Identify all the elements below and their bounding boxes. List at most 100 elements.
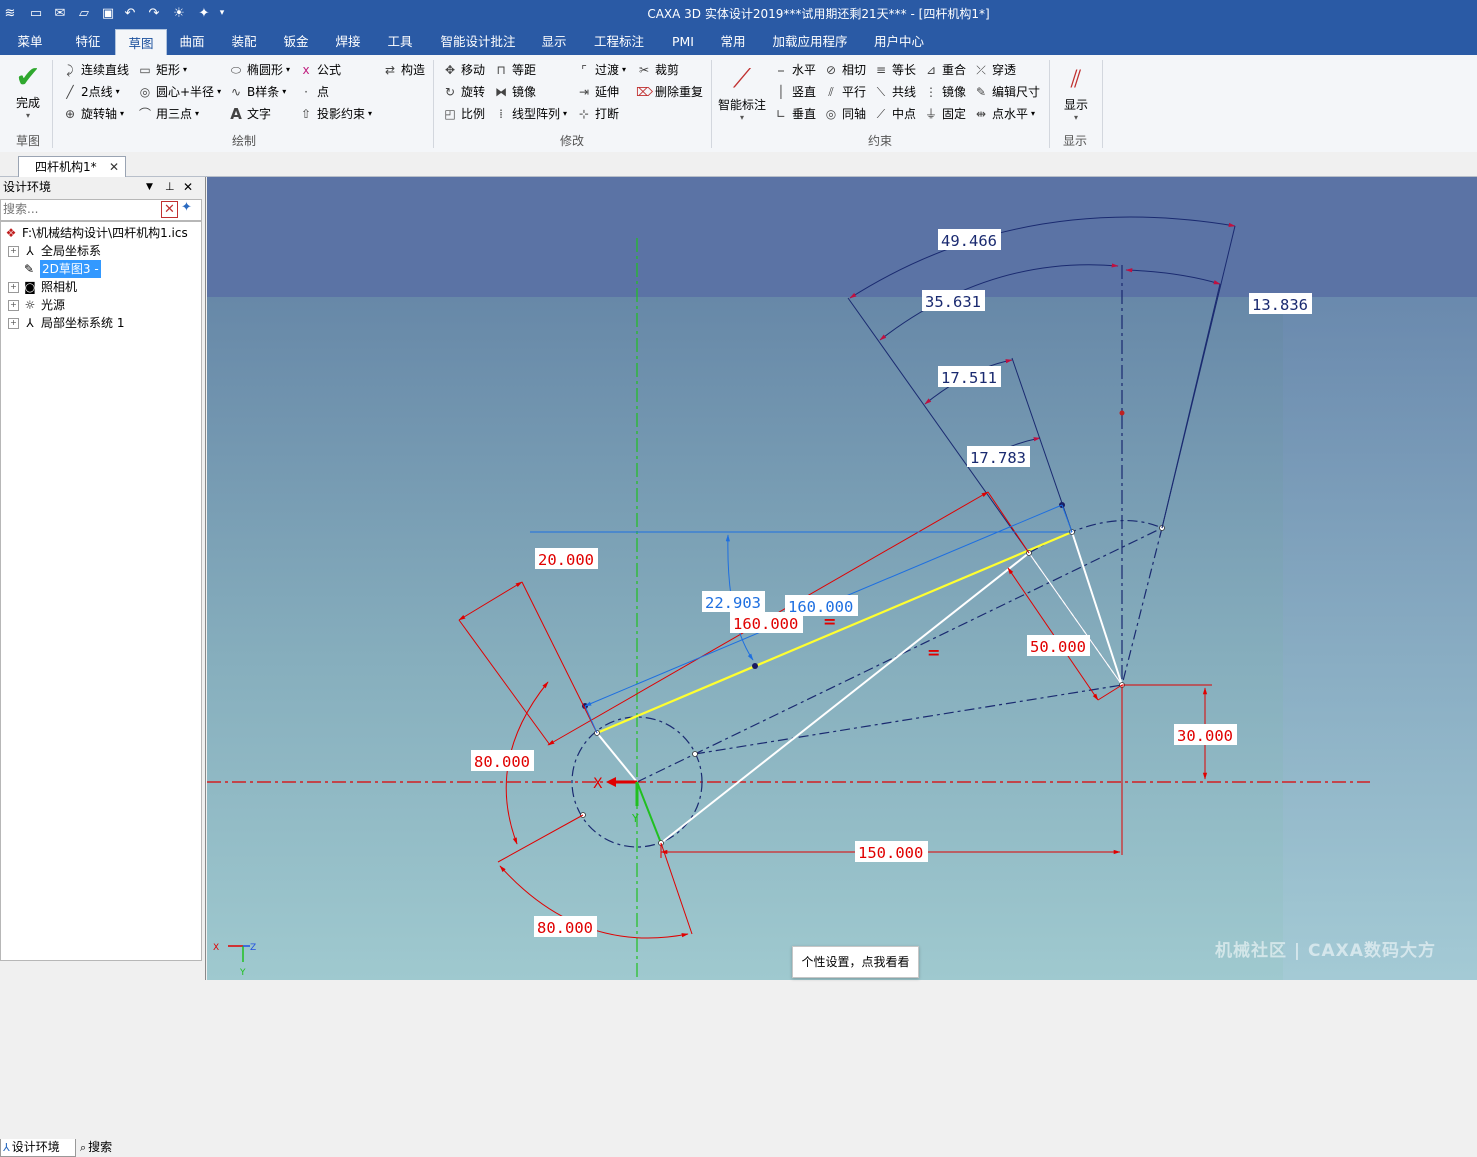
mirror-constraint-button[interactable]: ⋮ 镜像: [923, 82, 966, 102]
text-button[interactable]: A 文字: [228, 104, 271, 124]
dimension-label[interactable]: 160.000: [730, 612, 803, 633]
personalize-tip[interactable]: 个性设置，点我看看: [792, 946, 919, 978]
three-point-arc-button[interactable]: ⌒ 用三点 ▾: [137, 104, 199, 124]
remove-duplicate-button[interactable]: ⌦ 删除重复: [636, 82, 703, 102]
tab-sketch[interactable]: 草图: [115, 29, 167, 56]
rectangle-button[interactable]: ▭ 矩形 ▾: [137, 60, 187, 80]
tab-addins[interactable]: 加载应用程序: [764, 28, 856, 55]
tree-node-local-coords[interactable]: + ⅄ 局部坐标系统 1: [8, 314, 124, 332]
mirror-button[interactable]: ⧓ 镜像: [493, 82, 536, 102]
sketch-viewport[interactable]: 49.466 35.631 13.836 17.511 17.783 20.00…: [207, 177, 1477, 980]
tree-node-file[interactable]: ❖ F:\机械结构设计\四杆机构1.ics: [3, 224, 188, 242]
equal-constraint-mark[interactable]: =: [823, 612, 836, 631]
tab-common[interactable]: 常用: [710, 28, 756, 55]
trim-button[interactable]: ✂ 裁剪: [636, 60, 679, 80]
edit-dimension-button[interactable]: ✎ 编辑尺寸: [973, 82, 1040, 102]
dimension-label[interactable]: 20.000: [535, 548, 598, 569]
tab-surface[interactable]: 曲面: [168, 28, 216, 55]
formula-button[interactable]: ⅹ 公式: [298, 60, 341, 80]
dimension-label[interactable]: 22.903: [702, 591, 765, 612]
tab-search[interactable]: ⌕ 搜索: [78, 1139, 138, 1156]
fillet-button[interactable]: ⌜ 过渡 ▾: [576, 60, 626, 80]
remove-duplicate-icon: ⌦: [636, 85, 653, 99]
collinear-button[interactable]: ⟍ 共线: [873, 82, 916, 102]
close-icon[interactable]: ✕: [109, 157, 119, 177]
dimension-label[interactable]: 150.000: [855, 841, 928, 862]
expand-icon[interactable]: +: [8, 245, 19, 257]
tab-assembly[interactable]: 装配: [220, 28, 268, 55]
tab-sheet-metal[interactable]: 钣金: [272, 28, 320, 55]
pierce-button[interactable]: ⤫ 穿透: [973, 60, 1016, 80]
tab-smart-annotation[interactable]: 智能设计批注: [432, 28, 524, 55]
center-radius-button[interactable]: ◎ 圆心+半径 ▾: [137, 82, 221, 102]
dimension-label[interactable]: 30.000: [1174, 724, 1237, 745]
pin-icon[interactable]: ⊥: [165, 177, 175, 197]
search-input[interactable]: [1, 200, 161, 218]
concentric-button[interactable]: ◎ 同轴: [823, 104, 866, 124]
dimension-label[interactable]: 35.631: [922, 290, 985, 311]
search-options-icon[interactable]: ✦: [181, 200, 192, 215]
move-button[interactable]: ✥ 移动: [442, 60, 485, 80]
tab-pmi[interactable]: PMI: [660, 28, 706, 55]
display-button[interactable]: ⫽ 显示 ▾: [1058, 62, 1094, 122]
expand-icon[interactable]: +: [8, 281, 19, 293]
display-label: 显示: [1063, 98, 1088, 112]
tab-feature[interactable]: 特征: [64, 28, 112, 55]
finish-button[interactable]: ✔ 完成 ▾: [10, 62, 46, 121]
break-button[interactable]: ⊹ 打断: [576, 104, 619, 124]
tab-weld[interactable]: 焊接: [324, 28, 372, 55]
expand-icon[interactable]: +: [8, 299, 19, 311]
offset-button[interactable]: ⊓ 等距: [493, 60, 536, 80]
vertical-constraint-button[interactable]: │ 竖直: [773, 82, 816, 102]
polyline-button[interactable]: ⤸ 连续直线: [62, 60, 129, 80]
tab-tools[interactable]: 工具: [376, 28, 424, 55]
linear-pattern-button[interactable]: ⁞ 线型阵列 ▾: [493, 104, 567, 124]
dimension-label[interactable]: 80.000: [471, 750, 534, 771]
rotate-button[interactable]: ↻ 旋转: [442, 82, 485, 102]
chevron-down-icon[interactable]: ▼: [146, 177, 153, 197]
parallel-constraint-button[interactable]: ⫽ 平行: [823, 82, 866, 102]
dimension-label[interactable]: 13.836: [1249, 293, 1312, 314]
project-constraint-button[interactable]: ⇧ 投影约束 ▾: [298, 104, 372, 124]
coincident-button[interactable]: ⊿ 重合: [923, 60, 966, 80]
tab-engineering-annotation[interactable]: 工程标注: [586, 28, 652, 55]
equal-length-button[interactable]: ≡ 等长: [873, 60, 916, 80]
tree-node-light[interactable]: + ☼ 光源: [8, 296, 65, 314]
dimension-label[interactable]: 17.783: [967, 446, 1030, 467]
sketch-point[interactable]: [692, 751, 698, 757]
horizontal-constraint-button[interactable]: ⎯ 水平: [773, 60, 816, 80]
scale-button[interactable]: ◰ 比例: [442, 104, 485, 124]
equal-constraint-mark[interactable]: =: [927, 643, 940, 662]
ellipse-button[interactable]: ⬭ 椭圆形 ▾: [228, 60, 290, 80]
document-tab[interactable]: 四杆机构1* ✕: [18, 156, 126, 177]
two-point-line-button[interactable]: ╱ 2点线 ▾: [62, 82, 119, 102]
tab-display[interactable]: 显示: [530, 28, 578, 55]
point-horizontal-button[interactable]: ⇹ 点水平 ▾: [973, 104, 1035, 124]
point-button[interactable]: · 点: [298, 82, 329, 102]
rotation-axis-button[interactable]: ⊕ 旋转轴 ▾: [62, 104, 124, 124]
close-icon[interactable]: ✕: [183, 177, 193, 197]
tree-node-sketch[interactable]: ✎ 2D草图3 -: [21, 260, 101, 278]
midpoint-button[interactable]: ⟋ 中点: [873, 104, 916, 124]
smart-dimension-button[interactable]: ⟋ 智能标注 ▾: [716, 62, 768, 122]
tab-design-environment[interactable]: ⅄ 设计环境: [0, 1139, 76, 1157]
tab-menu[interactable]: 菜单: [6, 28, 54, 55]
tab-user-center[interactable]: 用户中心: [866, 28, 932, 55]
tree-node-global-coords[interactable]: + ⅄ 全局坐标系: [8, 242, 101, 260]
sketch-canvas[interactable]: 49.466 35.631 13.836 17.511 17.783 20.00…: [207, 177, 1477, 980]
extend-button[interactable]: ⇥ 延伸: [576, 82, 619, 102]
dimension-label[interactable]: 17.511: [938, 366, 1001, 387]
dimension-label[interactable]: 80.000: [534, 916, 597, 937]
dimension-label[interactable]: 49.466: [938, 229, 1001, 250]
construct-button[interactable]: ⇄ 构造: [382, 60, 425, 80]
sketch-point[interactable]: [1119, 410, 1125, 416]
sketch-point[interactable]: [752, 663, 758, 669]
tree-node-camera[interactable]: + ◙ 照相机: [8, 278, 77, 296]
expand-icon[interactable]: +: [8, 317, 19, 329]
perpendicular-button[interactable]: ∟ 垂直: [773, 104, 816, 124]
clear-search-icon[interactable]: ✕: [161, 201, 178, 218]
bspline-button[interactable]: ∿ B样条 ▾: [228, 82, 286, 102]
dimension-label[interactable]: 50.000: [1027, 635, 1090, 656]
fix-button[interactable]: ⏚ 固定: [923, 104, 966, 124]
tangent-constraint-button[interactable]: ⊘ 相切: [823, 60, 866, 80]
